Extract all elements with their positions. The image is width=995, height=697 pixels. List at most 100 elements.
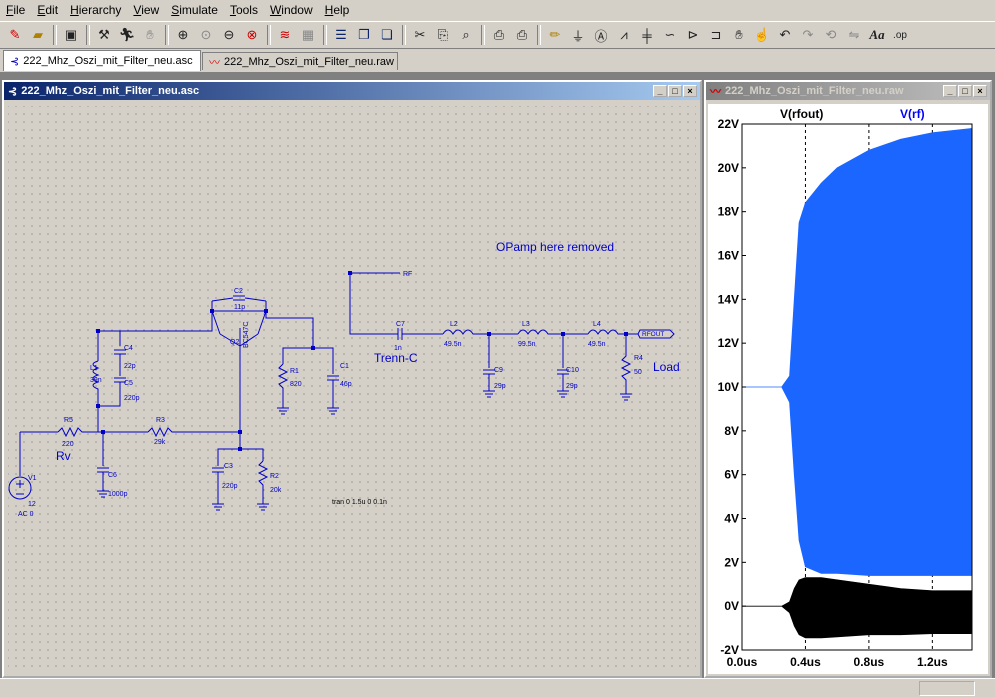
y-tick-label: 8V bbox=[724, 424, 739, 438]
wire bbox=[98, 382, 121, 407]
close-button[interactable]: × bbox=[973, 85, 987, 97]
inductor-icon[interactable]: ∽ bbox=[659, 24, 681, 46]
run-icon[interactable]: 🏃︎ bbox=[116, 24, 138, 46]
document-tabs: ⊰ 222_Mhz_Oszi_mit_Filter_neu.asc 〰 222_… bbox=[0, 50, 995, 72]
wire bbox=[265, 311, 314, 348]
halt-icon[interactable]: ✋︎ bbox=[139, 24, 161, 46]
zoom-fit-icon[interactable]: ⊗ bbox=[241, 24, 263, 46]
find-icon[interactable]: ⌕ bbox=[455, 24, 477, 46]
toolbar-separator bbox=[53, 25, 57, 45]
tab-waveform[interactable]: 〰 222_Mhz_Oszi_mit_Filter_neu.raw bbox=[202, 52, 398, 70]
close-button[interactable]: × bbox=[683, 85, 697, 97]
q2-leads bbox=[211, 310, 267, 335]
l3-name: L3 bbox=[522, 321, 530, 328]
label-net-icon[interactable]: Ⓐ bbox=[590, 24, 612, 46]
r3-name: R3 bbox=[156, 417, 165, 424]
l4-name: L4 bbox=[593, 321, 601, 328]
y-tick-label: 6V bbox=[724, 468, 739, 482]
zoom-out-icon[interactable]: ⊖ bbox=[218, 24, 240, 46]
tab-schematic[interactable]: ⊰ 222_Mhz_Oszi_mit_Filter_neu.asc bbox=[3, 50, 201, 71]
maximize-button[interactable]: □ bbox=[958, 85, 972, 97]
rv-label: Rv bbox=[56, 449, 71, 463]
menu-edit[interactable]: Edit bbox=[31, 0, 64, 20]
menu-file[interactable]: File bbox=[0, 0, 31, 20]
move-icon[interactable]: ✋︎ bbox=[728, 24, 750, 46]
c9-name: C9 bbox=[494, 367, 503, 374]
c4-value: 22p bbox=[124, 363, 136, 370]
zoom-in-icon[interactable]: ⊕ bbox=[172, 24, 194, 46]
schematic-titlebar[interactable]: ⊰ 222_Mhz_Oszi_mit_Filter_neu.asc bbox=[4, 82, 700, 100]
v1-polarity bbox=[16, 480, 24, 495]
cascade-icon[interactable]: ❐ bbox=[353, 24, 375, 46]
wire bbox=[349, 273, 394, 335]
capacitor-icon[interactable]: ╪ bbox=[636, 24, 658, 46]
diode-icon[interactable]: ⊳ bbox=[682, 24, 704, 46]
r5-name: R5 bbox=[64, 417, 73, 424]
autorange-icon[interactable]: ≋ bbox=[274, 24, 296, 46]
schematic-canvas[interactable]: RF C2 11p Q2 BC547C C4 22p L1 39n C5 220… bbox=[8, 106, 696, 672]
trace-label-rfout[interactable]: V(rfout) bbox=[780, 107, 823, 121]
redo-icon[interactable]: ↷ bbox=[797, 24, 819, 46]
c10-name: C10 bbox=[566, 367, 579, 374]
cut-icon[interactable]: ✂ bbox=[409, 24, 431, 46]
close-all-icon[interactable]: ❏ bbox=[376, 24, 398, 46]
menu-hierarchy[interactable]: Hierarchy bbox=[64, 0, 127, 20]
control-panel-icon[interactable]: ⚒ bbox=[93, 24, 115, 46]
c10-value: 29p bbox=[566, 383, 578, 390]
menu-view[interactable]: View bbox=[127, 0, 165, 20]
rotate-icon[interactable]: ⟲ bbox=[820, 24, 842, 46]
toolbar-separator bbox=[481, 25, 485, 45]
ground-icon[interactable]: ⏚ bbox=[567, 24, 589, 46]
print-setup-icon[interactable]: ⎙ bbox=[488, 24, 510, 46]
open-folder-icon[interactable]: ▰ bbox=[27, 24, 49, 46]
pan-icon[interactable]: ⊙ bbox=[195, 24, 217, 46]
trenn-c-label: Trenn-C bbox=[374, 351, 418, 365]
plot-pane[interactable]: 0.0us 0.4us 0.8us 1.2us -2V 0V 2V 4V 6V 8V 10V 12V 1… bbox=[708, 104, 988, 674]
c3-value: 220p bbox=[222, 483, 238, 490]
resistor-icon[interactable]: ⩘ bbox=[613, 24, 635, 46]
maximize-button[interactable]: □ bbox=[668, 85, 682, 97]
waveform-icon: 〰 bbox=[209, 56, 220, 69]
draw-wire-icon[interactable]: ✏ bbox=[544, 24, 566, 46]
component-icon[interactable]: ⊐ bbox=[705, 24, 727, 46]
toolbar-separator bbox=[323, 25, 327, 45]
y-tick-label: -2V bbox=[720, 643, 739, 657]
l4-symbol bbox=[587, 329, 638, 335]
save-icon[interactable]: ▣ bbox=[60, 24, 82, 46]
r4-name: R4 bbox=[634, 355, 643, 362]
mirror-icon[interactable]: ⇋ bbox=[843, 24, 865, 46]
c5-value: 220p bbox=[124, 395, 140, 402]
c9-value: 29p bbox=[494, 383, 506, 390]
drag-icon[interactable]: ☝ bbox=[751, 24, 773, 46]
c3-symbol bbox=[212, 467, 224, 473]
tile-horizontal-icon[interactable]: ☰ bbox=[330, 24, 352, 46]
ground-symbol bbox=[212, 472, 224, 511]
spice-directive-icon[interactable]: .op bbox=[889, 24, 911, 46]
comment-text[interactable]: OPamp here removed bbox=[496, 240, 614, 254]
minimize-button[interactable]: _ bbox=[943, 85, 957, 97]
l1-name: L1 bbox=[90, 365, 98, 372]
copy-icon[interactable]: ⎘ bbox=[432, 24, 454, 46]
print-icon[interactable]: ⎙ bbox=[511, 24, 533, 46]
trace-label-rf[interactable]: V(rf) bbox=[900, 107, 925, 121]
minimize-button[interactable]: _ bbox=[653, 85, 667, 97]
waveform-icon: 〰 bbox=[710, 86, 721, 98]
tran-directive[interactable]: tran 0 1.5u 0 0.1n bbox=[332, 499, 387, 506]
menu-window[interactable]: Window bbox=[264, 0, 319, 20]
schematic-window: ⊰ 222_Mhz_Oszi_mit_Filter_neu.asc _ □ × bbox=[2, 80, 702, 678]
text-icon[interactable]: Aa bbox=[866, 24, 888, 46]
menu-tools[interactable]: Tools bbox=[224, 0, 264, 20]
c1-name: C1 bbox=[340, 363, 349, 370]
q2-value: BC547C bbox=[243, 322, 250, 348]
menu-simulate[interactable]: Simulate bbox=[165, 0, 224, 20]
load-label: Load bbox=[653, 360, 680, 374]
y-tick-label: 2V bbox=[724, 555, 739, 569]
grid-icon[interactable]: ▦ bbox=[297, 24, 319, 46]
c1-symbol bbox=[327, 375, 339, 415]
y-tick-label: 12V bbox=[718, 336, 739, 350]
menu-help[interactable]: Help bbox=[319, 0, 356, 20]
undo-icon[interactable]: ↶ bbox=[774, 24, 796, 46]
c2-name: C2 bbox=[234, 288, 243, 295]
new-schematic-icon[interactable]: ✎ bbox=[4, 24, 26, 46]
c6-value: 1000p bbox=[108, 491, 128, 498]
